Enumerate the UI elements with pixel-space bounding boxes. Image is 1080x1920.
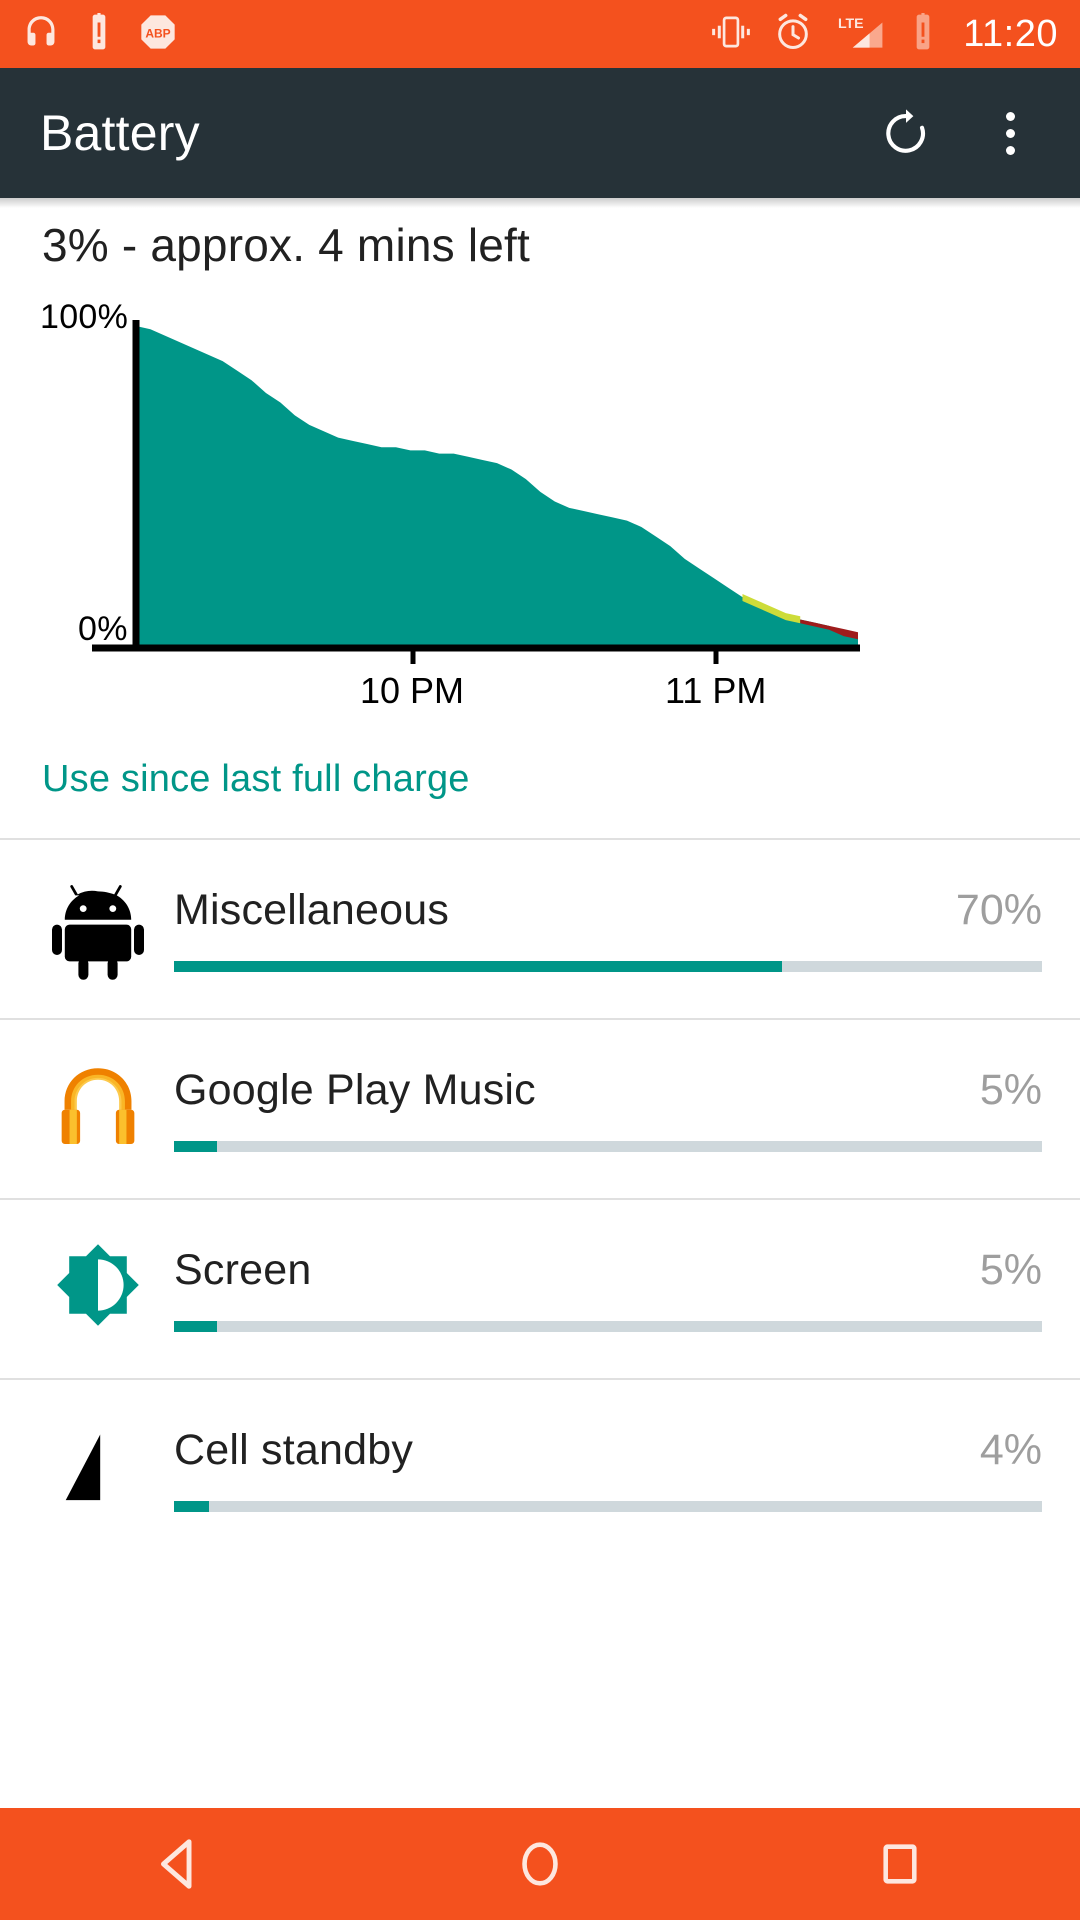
list-item[interactable]: Screen 5% [0, 1200, 1080, 1378]
usage-bar-track [174, 961, 1042, 972]
svg-text:ABP: ABP [145, 26, 170, 40]
battery-alert-icon [84, 12, 114, 56]
use-since-last-full-charge-link[interactable]: Use since last full charge [42, 758, 470, 801]
page-title: Battery [40, 105, 200, 161]
usage-bar-fill [174, 1321, 218, 1332]
more-vertical-icon [1005, 111, 1015, 155]
list-item-header: Miscellaneous 70% [174, 886, 1042, 935]
list-item-header: Screen 5% [174, 1246, 1042, 1295]
nav-recents-button[interactable] [825, 1808, 975, 1920]
battery-low-icon [909, 12, 937, 56]
list-item-percent: 5% [979, 1246, 1042, 1294]
adblock-plus-icon: ABP [138, 12, 178, 57]
list-item-percent: 70% [955, 886, 1042, 934]
list-item-header: Google Play Music 5% [174, 1066, 1042, 1115]
usage-bar-fill [174, 1141, 218, 1152]
usage-bar-track [174, 1501, 1042, 1512]
list-item-title: Miscellaneous [174, 886, 450, 934]
vibrate-icon [709, 14, 753, 55]
appbar-shadow [0, 198, 1080, 208]
list-item-body: Miscellaneous 70% [156, 886, 1042, 972]
refresh-button[interactable] [876, 103, 936, 163]
usage-bar-fill [174, 961, 782, 972]
list-item[interactable]: Google Play Music 5% [0, 1020, 1080, 1198]
nav-home-button[interactable] [465, 1808, 615, 1920]
list-item-body: Screen 5% [156, 1246, 1042, 1332]
usage-bar-track [174, 1321, 1042, 1332]
android-robot-icon [40, 869, 156, 989]
lte-signal-icon: LTE [833, 12, 889, 57]
navigation-bar [0, 1808, 1080, 1920]
play-music-headphones-icon [40, 1049, 156, 1169]
cell-signal-icon [40, 1409, 156, 1529]
screen-brightness-icon [40, 1229, 156, 1349]
status-bar: ABP LTE 11:20 [0, 0, 1080, 68]
battery-content: 3% - approx. 4 mins left 100% 0% 10 PM 1… [0, 198, 1080, 1850]
nav-back-button[interactable] [105, 1808, 255, 1920]
list-item-title: Google Play Music [174, 1066, 536, 1114]
battery-summary-text: 3% - approx. 4 mins left [42, 219, 531, 271]
alarm-icon [773, 12, 813, 57]
headphones-icon [22, 13, 60, 56]
list-item[interactable]: Cell standby 4% [0, 1380, 1080, 1558]
overflow-menu-button[interactable] [980, 103, 1040, 163]
battery-usage-list: Miscellaneous 70% Google Play Music 5% S… [0, 838, 1080, 1558]
action-bar: Battery [0, 68, 1080, 198]
list-item-body: Google Play Music 5% [156, 1066, 1042, 1152]
list-item-percent: 5% [979, 1066, 1042, 1114]
list-item[interactable]: Miscellaneous 70% [0, 840, 1080, 1018]
usage-bar-fill [174, 1501, 209, 1512]
status-bar-clock: 11:20 [963, 12, 1058, 55]
status-bar-left-icons: ABP [22, 12, 178, 57]
list-item-title: Screen [174, 1246, 312, 1294]
battery-history-chart: 100% 0% 10 PM 11 PM [0, 298, 1080, 728]
action-bar-buttons [876, 103, 1040, 163]
android-battery-screen: ABP LTE 11:20 Battery 3% - approx. 4 min… [0, 0, 1080, 1920]
svg-text:LTE: LTE [838, 16, 864, 32]
list-item-title: Cell standby [174, 1426, 414, 1474]
list-item-percent: 4% [979, 1426, 1042, 1474]
battery-chart-svg [92, 320, 860, 664]
list-item-body: Cell standby 4% [156, 1426, 1042, 1512]
usage-bar-track [174, 1141, 1042, 1152]
list-item-header: Cell standby 4% [174, 1426, 1042, 1475]
status-bar-right-icons: LTE 11:20 [709, 12, 1058, 57]
